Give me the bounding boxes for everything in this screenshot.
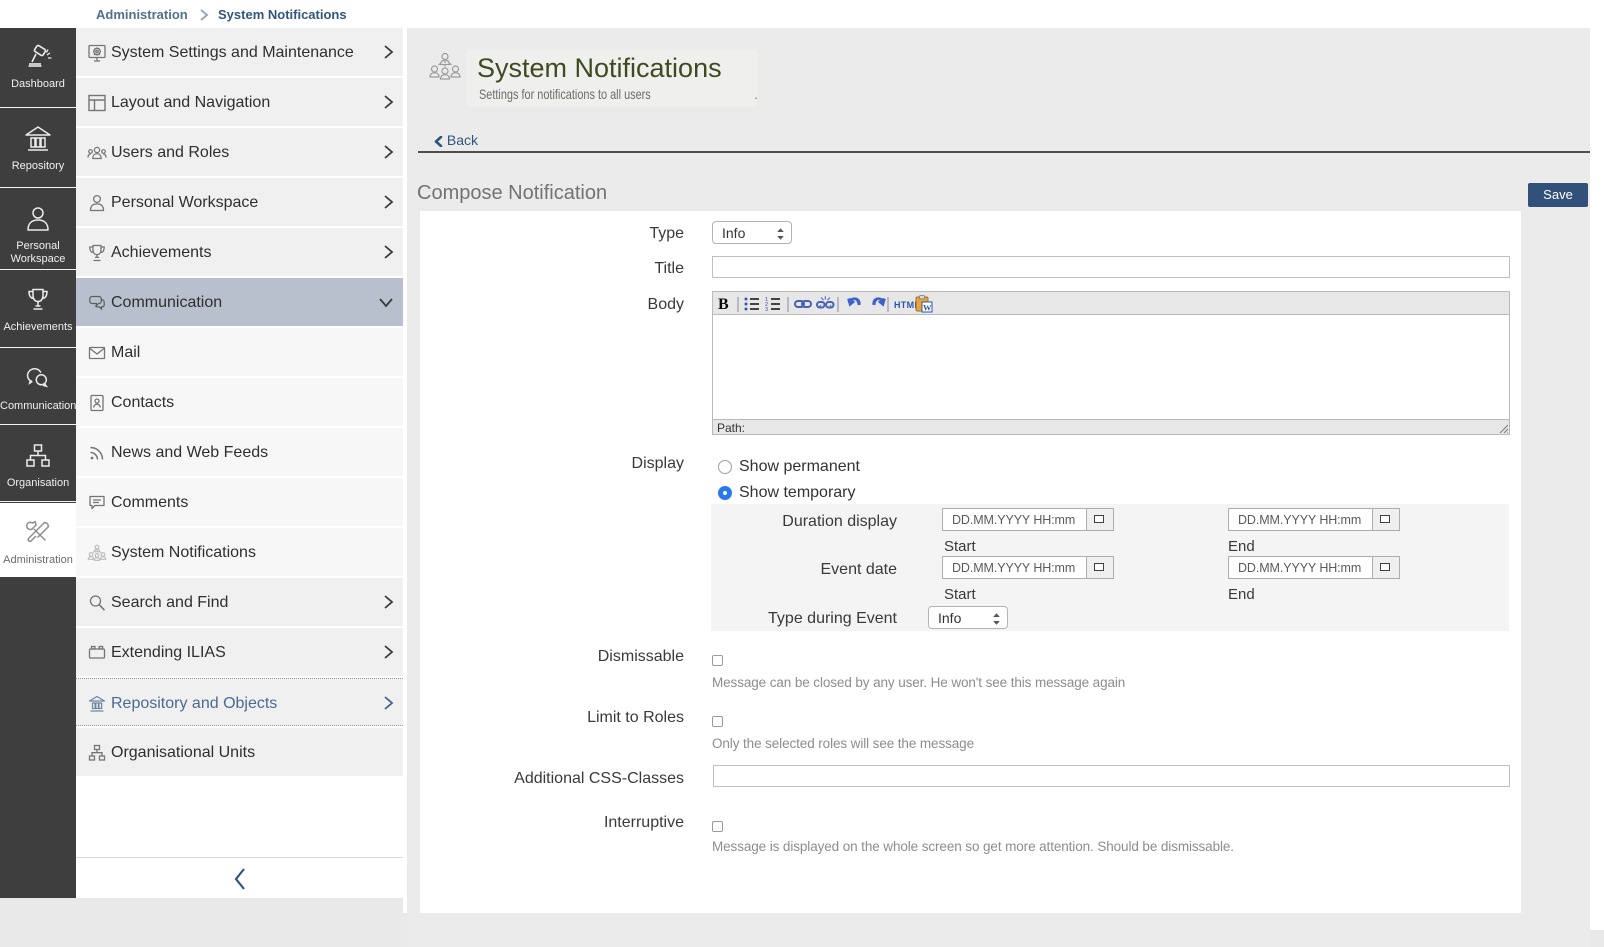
svg-text:W: W [923, 303, 932, 313]
svg-text:B: B [718, 296, 729, 313]
svg-text:3: 3 [765, 307, 768, 313]
